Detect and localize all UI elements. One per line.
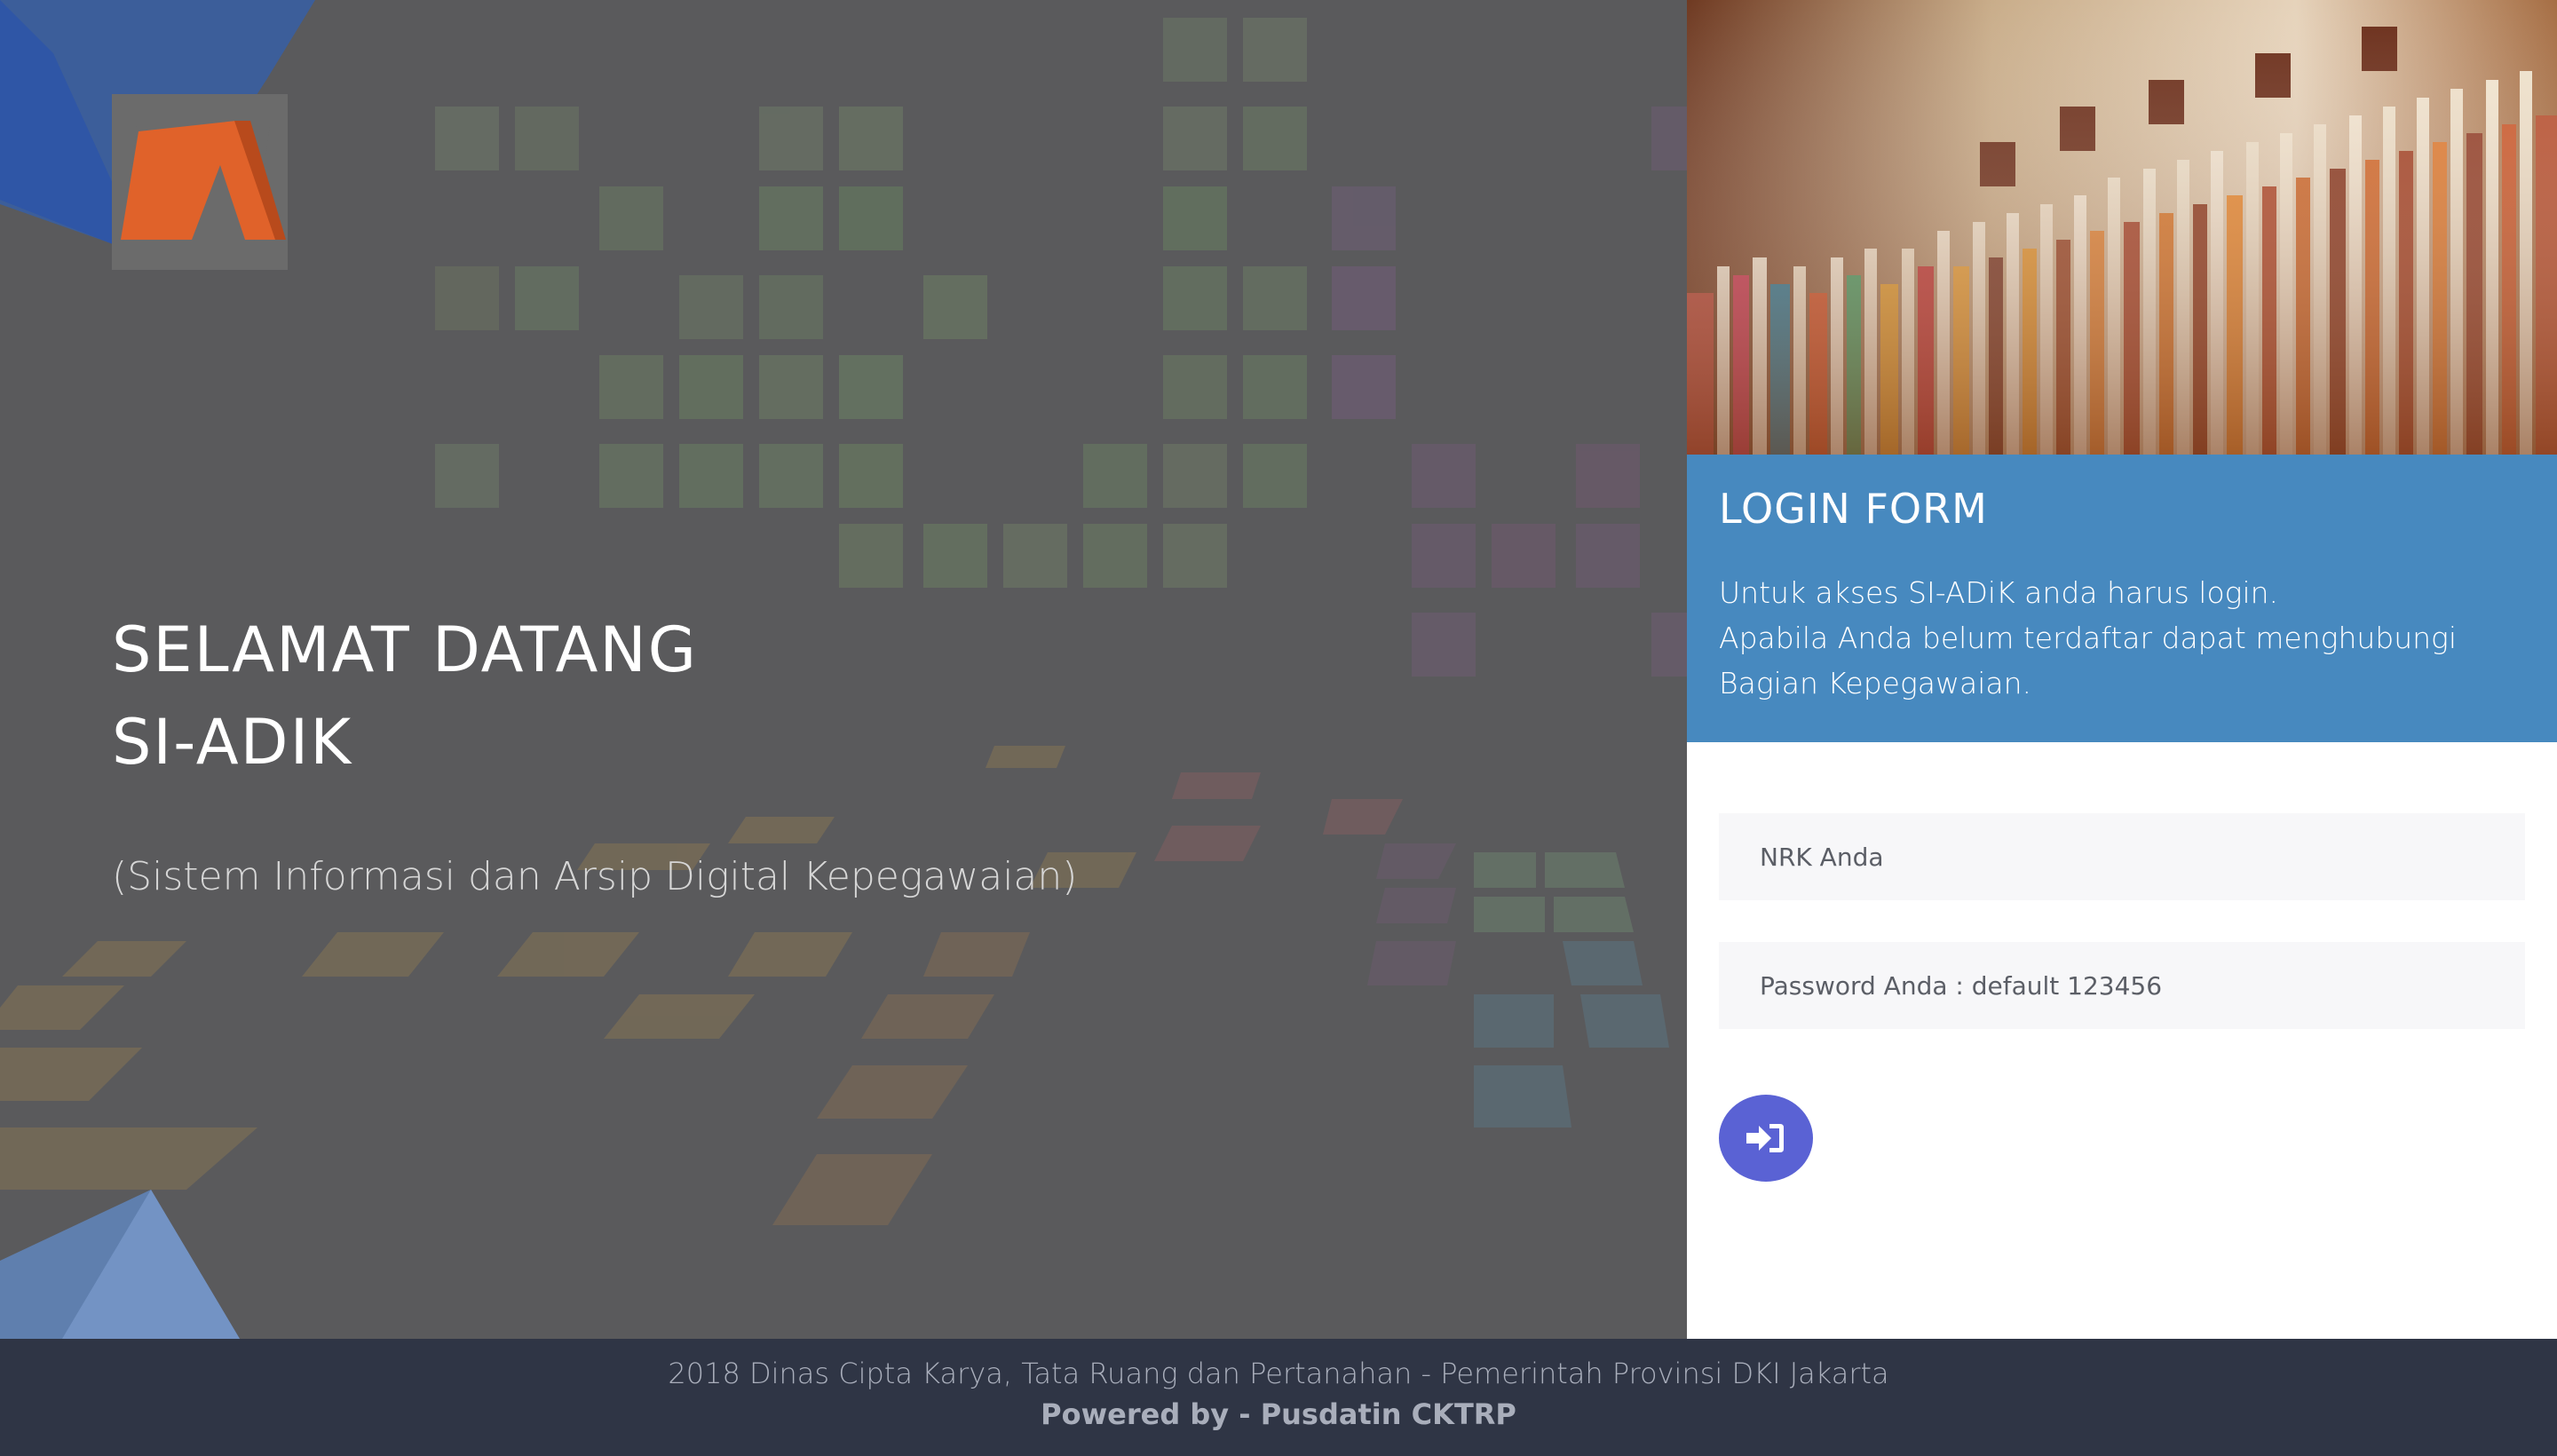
login-description: Untuk akses SI-ADiK anda harus login. Ap… xyxy=(1719,570,2518,706)
welcome-line-2: SI-ADIK xyxy=(112,706,353,779)
password-input[interactable] xyxy=(1719,942,2525,1029)
archive-shelf-image xyxy=(1687,0,2557,455)
welcome-panel: SELAMAT DATANG SI-ADIK (Sistem Informasi… xyxy=(0,0,1687,1339)
logo xyxy=(112,94,288,270)
login-header: LOGIN FORM Untuk akses SI-ADiK anda haru… xyxy=(1687,455,2557,742)
sign-in-icon xyxy=(1746,1124,1784,1152)
welcome-heading: SELAMAT DATANG SI-ADIK xyxy=(112,604,698,788)
login-submit-button[interactable] xyxy=(1719,1095,1813,1182)
powered-by-text: Powered by - Pusdatin CKTRP xyxy=(1041,1397,1516,1431)
nrk-input[interactable] xyxy=(1719,813,2525,900)
copyright-text: 2018 Dinas Cipta Karya, Tata Ruang dan P… xyxy=(668,1357,1889,1390)
archive-a-logo-icon xyxy=(121,121,286,243)
login-desc-line-3: Bagian Kepegawaian. xyxy=(1719,666,2032,700)
footer: 2018 Dinas Cipta Karya, Tata Ruang dan P… xyxy=(0,1339,2557,1456)
welcome-line-1: SELAMAT DATANG xyxy=(112,613,698,686)
login-panel: LOGIN FORM Untuk akses SI-ADiK anda haru… xyxy=(1687,0,2557,1339)
login-desc-line-2: Apabila Anda belum terdaftar dapat mengh… xyxy=(1719,621,2458,655)
app-full-name: (Sistem Informasi dan Arsip Digital Kepe… xyxy=(112,854,1078,899)
login-title: LOGIN FORM xyxy=(1719,485,1988,533)
login-desc-line-1: Untuk akses SI-ADiK anda harus login. xyxy=(1719,575,2279,610)
